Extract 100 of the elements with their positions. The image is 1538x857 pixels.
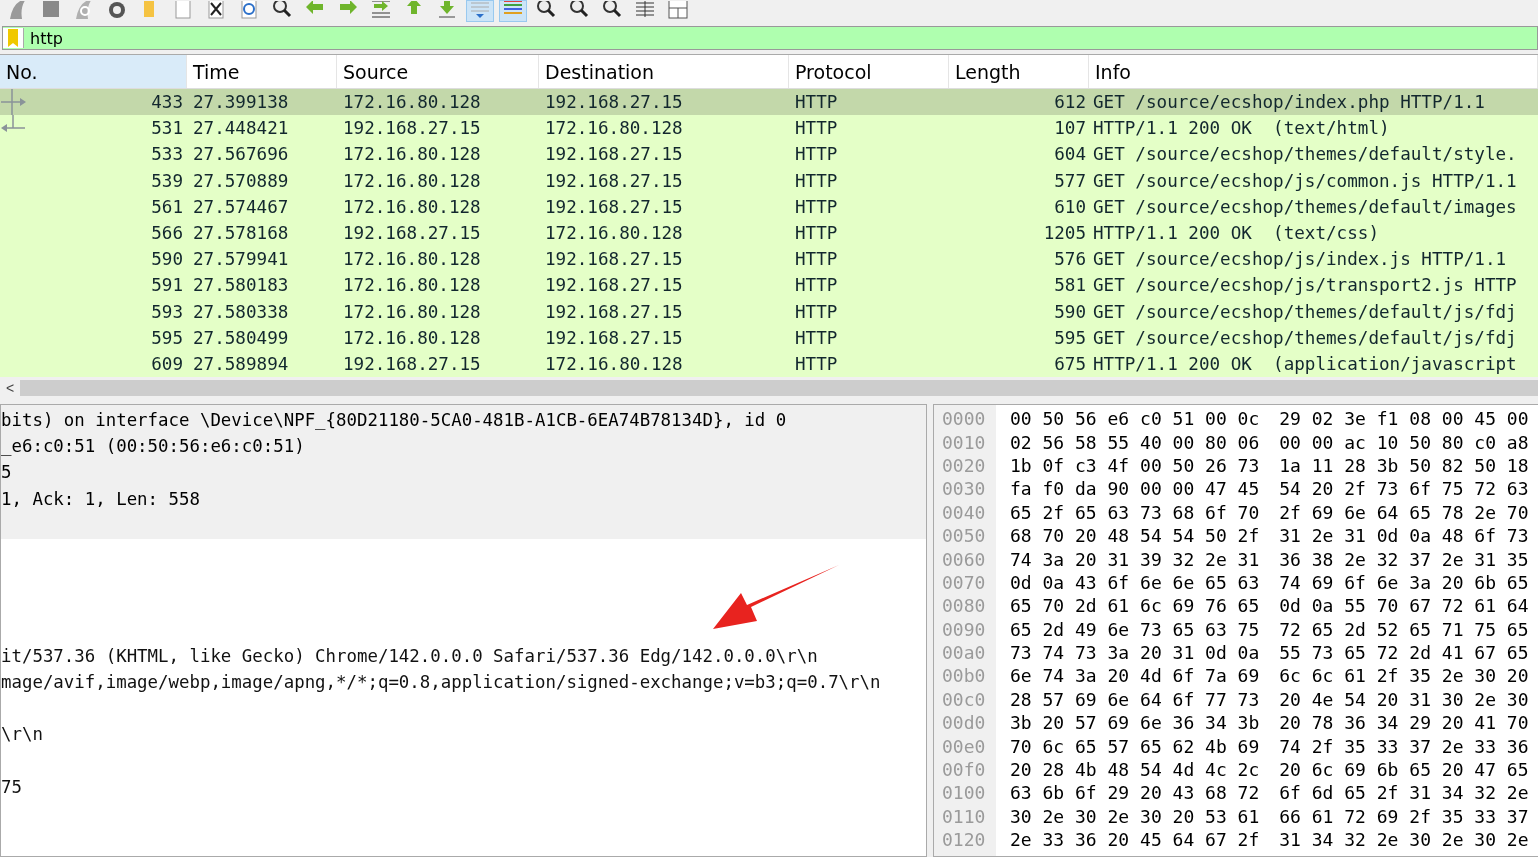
table-cell-text: 192.168.27.15: [342, 223, 482, 244]
detail-line[interactable]: it/537.36 (KHTML, like Gecko) Chrome/142.0.0.0 Safari/537.36 Edg/142.0.0.0\r\n: [1, 640, 818, 669]
hex-offset: 0110: [941, 805, 987, 827]
table-cell-text: 192.168.27.15: [342, 353, 482, 374]
hex-bytes: 36 38 2e 32 37 2e 31 35: [1279, 548, 1529, 570]
hex-offset: 0080: [941, 595, 987, 617]
packet-row[interactable]: 531 27.448421 192.168.27.15 172.16.80.128 HTTP 107 HTTP/1.1 200 OK (text/html): [0, 115, 1538, 142]
hex-bytes: 73 74 73 3a 20 31 0d 0a: [1010, 642, 1260, 664]
table-cell-text: 539: [150, 170, 184, 191]
hex-bytes: 1b 0f c3 4f 00 50 26 73: [1010, 454, 1260, 476]
table-cell-text: 593: [150, 301, 184, 322]
column-header[interactable]: Time: [187, 55, 337, 88]
packet-row[interactable]: 609 27.589894 192.168.27.15 172.16.80.128 HTTP 675 HTTP/1.1 200 OK (application/javascript: [0, 350, 1538, 377]
table-cell-text: 27.580183: [192, 275, 290, 296]
packet-row[interactable]: 539 27.570889 172.16.80.128 192.168.27.15 HTTP 577 GET /source/ecshop/js/common.js HTTP/1.1: [0, 167, 1538, 194]
column-header[interactable]: Protocol: [789, 55, 949, 88]
hex-bytes: 0d 0a 55 70 67 72 61 64: [1279, 595, 1529, 617]
table-cell-text: 107: [1053, 118, 1087, 139]
packet-row[interactable]: 533 27.567696 172.16.80.128 192.168.27.15 HTTP 604 GET /source/ecshop/themes/default/style.: [0, 141, 1538, 168]
table-cell-text: 590: [1053, 301, 1087, 322]
column-header[interactable]: Info: [1089, 55, 1538, 88]
table-cell-text: 612: [1053, 92, 1087, 113]
table-cell-text: 591: [150, 275, 184, 296]
hex-bytes: 31 2e 31 0d 0a 48 6f 73: [1279, 525, 1529, 547]
table-cell-text: HTTP: [794, 223, 839, 244]
hex-offset: 00e0: [941, 735, 987, 757]
hex-offset: 0050: [941, 525, 987, 547]
hex-bytes: 1a 11 28 3b 50 82 50 18: [1279, 454, 1529, 476]
table-cell-text: 1205: [1042, 223, 1087, 244]
table-cell-text: HTTP: [794, 327, 839, 348]
table-cell-text: 172.16.80.128: [342, 196, 482, 217]
table-cell-text: 595: [150, 327, 184, 348]
packet-row[interactable]: 590 27.579941 172.16.80.128 192.168.27.15 HTTP 576 GET /source/ecshop/js/index.js HTTP/1.1: [0, 246, 1538, 273]
table-cell-text: 172.16.80.128: [342, 301, 482, 322]
display-filter-field[interactable]: http: [2, 26, 1538, 50]
hex-bytes: 30 2e 30 2e 30 20 53 61: [1010, 805, 1260, 827]
table-cell-text: 172.16.80.128: [342, 144, 482, 165]
table-cell-text: 675: [1053, 353, 1087, 374]
table-cell-text: GET /source/ecshop/index.php HTTP/1.1: [1092, 92, 1486, 113]
hex-bytes: 20 78 36 34 29 20 41 70: [1279, 712, 1529, 734]
hex-bytes: 66 61 72 69 2f 35 33 37: [1279, 805, 1529, 827]
hex-bytes: 74 69 6f 6e 3a 20 6b 65: [1279, 571, 1529, 593]
table-cell-text: 172.16.80.128: [342, 170, 482, 191]
column-header[interactable]: No.: [0, 55, 187, 88]
hex-offset: 0120: [941, 829, 987, 851]
detail-line[interactable]: mage/avif,image/webp,image/apng,*/*;q=0.8,application/signed-exchange;v=b3;q=0.7\r\n: [1, 667, 881, 695]
table-cell-text: GET /source/ecshop/themes/default/js/fdj: [1092, 327, 1518, 348]
table-cell-text: 27.578168: [192, 223, 290, 244]
table-cell-text: 172.16.80.128: [544, 223, 684, 244]
packet-row[interactable]: 433 27.399138 172.16.80.128 192.168.27.15 HTTP 612 GET /source/ecshop/index.php HTTP/1.1: [0, 89, 1538, 116]
hex-bytes: 65 2d 49 6e 73 65 63 75: [1010, 618, 1260, 640]
hex-offset: 00b0: [941, 665, 987, 687]
table-cell-text: 192.168.27.15: [544, 92, 684, 113]
hex-bytes: 68 70 20 48 54 54 50 2f: [1010, 525, 1260, 547]
detail-line[interactable]: \r\n: [1, 719, 43, 748]
hex-bytes: 29 02 3e f1 08 00 45 00: [1279, 408, 1529, 430]
table-cell-text: HTTP/1.1 200 OK (text/html): [1092, 118, 1391, 139]
hex-bytes: 20 4e 54 20 31 30 2e 30: [1279, 688, 1529, 710]
hex-bytes: 74 3a 20 31 39 32 2e 31: [1010, 548, 1260, 570]
packet-row[interactable]: 566 27.578168 192.168.27.15 172.16.80.128 HTTP 1205 HTTP/1.1 200 OK (text/css): [0, 219, 1538, 247]
table-cell-text: GET /source/ecshop/js/transport2.js HTTP: [1092, 275, 1518, 296]
table-cell-text: 192.168.27.15: [544, 196, 684, 217]
hex-offset: 0060: [941, 548, 987, 570]
hex-bytes: 6f 6d 65 2f 31 34 32 2e: [1279, 782, 1529, 804]
hex-bytes: 70 6c 65 57 65 62 4b 69: [1010, 735, 1260, 757]
table-cell-text: HTTP: [794, 353, 839, 374]
table-cell-text: 27.574467: [192, 196, 290, 217]
table-cell-text: HTTP: [794, 92, 839, 113]
table-cell-text: GET /source/ecshop/themes/default/js/fdj: [1092, 301, 1518, 322]
hex-bytes: 31 34 32 2e 30 2e 30 2e: [1279, 829, 1529, 851]
table-cell-text: 581: [1053, 275, 1087, 296]
hex-bytes: 2f 69 6e 64 65 78 2e 70: [1279, 501, 1529, 523]
table-cell-text: 27.567696: [192, 144, 290, 165]
hex-offset: 00f0: [941, 759, 987, 781]
table-cell-text: HTTP: [794, 144, 839, 165]
table-cell-text: HTTP: [794, 196, 839, 217]
packet-row[interactable]: 591 27.580183 172.16.80.128 192.168.27.15 HTTP 581 GET /source/ecshop/js/transport2.js HTTP: [0, 272, 1538, 299]
table-cell-text: 595: [1053, 327, 1087, 348]
table-cell-text: 192.168.27.15: [544, 249, 684, 270]
column-header[interactable]: Source: [337, 55, 539, 88]
hex-bytes: 74 2f 35 33 37 2e 33 36: [1279, 735, 1529, 757]
hex-offset: 0000: [941, 408, 987, 430]
table-cell-text: GET /source/ecshop/themes/default/images: [1092, 196, 1518, 217]
table-cell-text: HTTP: [794, 249, 839, 270]
column-header[interactable]: Length: [949, 55, 1089, 88]
hex-offset: 0040: [941, 501, 987, 523]
hex-bytes: 02 56 58 55 40 00 80 06: [1010, 431, 1260, 453]
table-cell-text: 172.16.80.128: [544, 118, 684, 139]
table-cell-text: GET /source/ecshop/js/index.js HTTP/1.1: [1092, 249, 1508, 270]
table-cell-text: 576: [1053, 249, 1087, 270]
column-header[interactable]: Destination: [539, 55, 789, 88]
hex-offset: 0010: [941, 431, 987, 453]
table-cell-text: 590: [150, 249, 184, 270]
packet-row[interactable]: 561 27.574467 172.16.80.128 192.168.27.15 HTTP 610 GET /source/ecshop/themes/default/images: [0, 193, 1538, 220]
table-cell-text: 172.16.80.128: [342, 249, 482, 270]
table-cell-text: 566: [150, 223, 184, 244]
packet-row[interactable]: 593 27.580338 172.16.80.128 192.168.27.15 HTTP 590 GET /source/ecshop/themes/default/js/fdj: [0, 298, 1538, 325]
hex-bytes: 28 57 69 6e 64 6f 77 73: [1010, 688, 1260, 710]
detail-line[interactable]: 75: [1, 771, 22, 800]
packet-row[interactable]: 595 27.580499 172.16.80.128 192.168.27.15 HTTP 595 GET /source/ecshop/themes/default/js/fdj: [0, 324, 1538, 351]
